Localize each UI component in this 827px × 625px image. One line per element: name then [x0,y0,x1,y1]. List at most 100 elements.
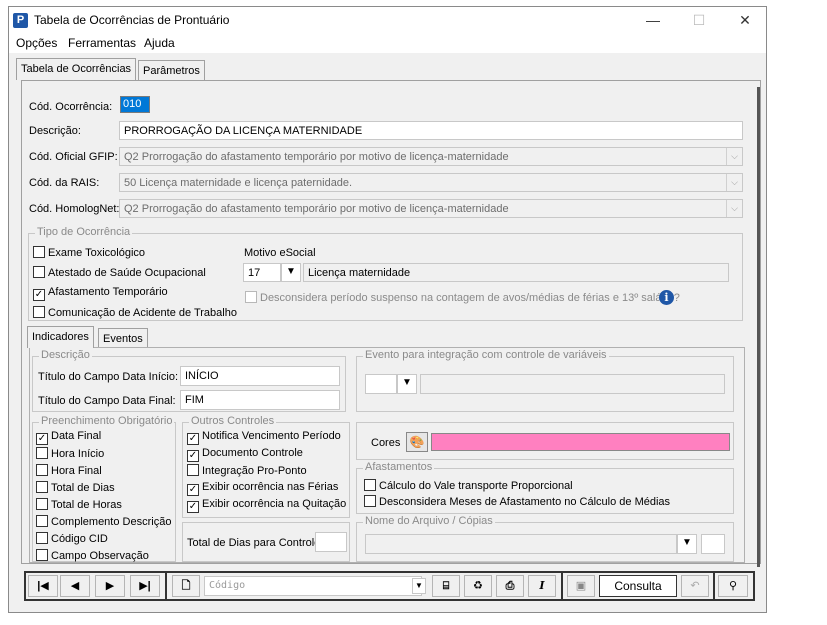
checkbox-label: Desconsidera Meses de Afastamento no Cál… [379,496,671,508]
checkbox-label: Documento Controle [202,447,303,459]
gfip-select[interactable]: Q2 Prorrogação do afastamento temporário… [119,147,743,166]
checkbox-codigo-cid[interactable]: Código CID [36,532,108,545]
preenchimento-group: Preenchimento Obrigatório ✓ Data Final Ho… [32,415,176,562]
chevron-down-icon[interactable]: ⌵ [726,200,742,217]
total-dias-label: Total de Dias para Controle: [187,537,324,549]
checkbox-label: Integração Pro-Ponto [202,465,307,477]
chevron-down-icon[interactable]: ⌵ [726,174,742,191]
last-record-button[interactable]: ▶| [130,575,160,597]
checkbox-cat[interactable]: Comunicação de Acidente de Trabalho [33,306,237,319]
checkbox-integracao-ponto[interactable]: Integração Pro-Ponto [187,464,307,477]
menu-ferramentas[interactable]: Ferramentas [68,36,136,50]
checkbox-campo-observacao[interactable]: Campo Observação [36,549,149,562]
checkbox-box [36,464,48,476]
prev-record-button[interactable]: ◀ [60,575,90,597]
info-icon[interactable]: i [659,290,674,305]
save-icon[interactable]: ▣ [567,575,595,597]
delete-icon[interactable]: ♻ [464,575,492,597]
caret-down-icon[interactable]: ▼ [412,578,426,594]
caret-down-icon[interactable]: ▼ [281,263,301,282]
evento-group-title: Evento para integração com controle de v… [363,349,609,361]
tab-ocorrencias[interactable]: Tabela de Ocorrências [16,58,137,80]
homolognet-value: Q2 Prorrogação do afastamento temporário… [124,203,509,215]
menu-opcoes[interactable]: Opções [16,36,57,50]
checkbox-documento-controle[interactable]: ✓ Documento Controle [187,447,303,462]
checkbox-afastamento[interactable]: ✓ Afastamento Temporário [33,286,168,301]
descricao-field[interactable]: PRORROGAÇÃO DA LICENÇA MATERNIDADE [119,121,743,140]
checkbox-atestado[interactable]: Atestado de Saúde Ocupacional [33,266,206,279]
tipo-ocorrencia-title: Tipo de Ocorrência [35,226,133,238]
checkbox-total-horas[interactable]: Total de Horas [36,498,122,511]
minimize-button[interactable]: — [630,7,676,33]
checkbox-exame-toxicologico[interactable]: Exame Toxicológico [33,246,145,259]
data-inicio-label: Título do Campo Data Início: [38,371,179,383]
main-panel: Cód. Ocorrência: 010 Descrição: PRORROGA… [21,80,761,564]
motivo-code-field[interactable]: 17 [243,263,281,282]
checkbox-hora-final[interactable]: Hora Final [36,464,102,477]
tab-parametros[interactable]: Parâmetros [138,60,205,80]
checkbox-desconsidera-meses[interactable]: Desconsidera Meses de Afastamento no Cál… [364,495,670,508]
gfip-label: Cód. Oficial GFIP: [29,151,118,163]
cores-swatch[interactable] [431,433,730,451]
afastamentos-group: Afastamentos Cálculo do Vale transporte … [356,461,734,514]
checkbox-box [36,481,48,493]
chevron-down-icon[interactable]: ⌵ [726,148,742,165]
new-document-icon[interactable]: 🗋 [172,575,200,597]
toolbar-separator [165,573,167,599]
checkbox-box [33,246,45,258]
checkbox-label: Total de Horas [51,499,122,511]
checkbox-label: Total de Dias [51,482,115,494]
data-final-field[interactable]: FIM [180,390,340,410]
maximize-button[interactable]: ☐ [676,7,722,33]
checkbox-vale-transporte[interactable]: Cálculo do Vale transporte Proporcional [364,479,573,492]
checkbox-exibir-quitacao[interactable]: ✓ Exibir ocorrência na Quitação [187,498,346,513]
consulta-button[interactable]: Consulta [599,575,677,597]
checkbox-label: Desconsidera período suspenso na contage… [260,292,680,304]
check-icon: ✓ [36,433,48,445]
checkbox-box [36,498,48,510]
caret-down-icon[interactable]: ▼ [677,534,697,554]
caret-down-icon[interactable]: ▼ [397,374,417,394]
checkbox-box [187,464,199,476]
checkbox-box [364,479,376,491]
checkbox-label: Exibir ocorrência nas Férias [202,481,339,493]
arquivo-group: Nome do Arquivo / Cópias ▼ [356,515,734,562]
checkbox-label: Notifica Vencimento Período [202,430,341,442]
rais-select[interactable]: 50 Licença maternidade e licença paterni… [119,173,743,192]
color-picker-icon[interactable]: 🎨 [406,432,428,452]
search-code-input[interactable]: Código [204,576,422,596]
checkbox-label: Hora Final [51,465,102,477]
tipo-ocorrencia-group: Tipo de Ocorrência Exame Toxicológico At… [28,226,743,321]
checkbox-box [33,306,45,318]
tab-eventos[interactable]: Eventos [98,328,148,348]
checkbox-exibir-ferias[interactable]: ✓ Exibir ocorrência nas Férias [187,481,338,496]
tab-indicadores[interactable]: Indicadores [27,326,94,348]
next-record-button[interactable]: ▶ [95,575,125,597]
undo-icon[interactable]: ↶ [681,575,709,597]
total-dias-field[interactable] [315,532,347,552]
checkbox-total-dias[interactable]: Total de Dias [36,481,115,494]
evento-code-field[interactable] [365,374,397,394]
copias-field[interactable] [701,534,725,554]
app-icon: P [13,13,28,28]
data-final-label: Título do Campo Data Final: [38,395,176,407]
italic-button[interactable]: I [528,575,556,597]
close-button[interactable]: ✕ [722,7,768,33]
calculator-icon[interactable]: ⌸ [432,575,460,597]
checkbox-notifica-vencimento[interactable]: ✓ Notifica Vencimento Período [187,430,341,445]
evento-desc-field [420,374,725,394]
menu-ajuda[interactable]: Ajuda [144,36,175,50]
checkbox-desconsidera-periodo[interactable]: Desconsidera período suspenso na contage… [245,291,680,304]
check-icon: ✓ [187,433,199,445]
checkbox-data-final[interactable]: ✓ Data Final [36,430,101,445]
checkbox-complemento[interactable]: Complemento Descrição [36,515,171,528]
binoculars-icon[interactable]: ⚲ [718,575,748,597]
cod-ocorrencia-field[interactable]: 010 [120,96,150,113]
print-icon[interactable]: ⎙ [496,575,524,597]
data-inicio-field[interactable]: INÍCIO [180,366,340,386]
homolognet-select[interactable]: Q2 Prorrogação do afastamento temporário… [119,199,743,218]
checkbox-hora-inicio[interactable]: Hora Início [36,447,104,460]
rais-label: Cód. da RAIS: [29,177,100,189]
check-icon: ✓ [187,450,199,462]
first-record-button[interactable]: |◀ [28,575,58,597]
